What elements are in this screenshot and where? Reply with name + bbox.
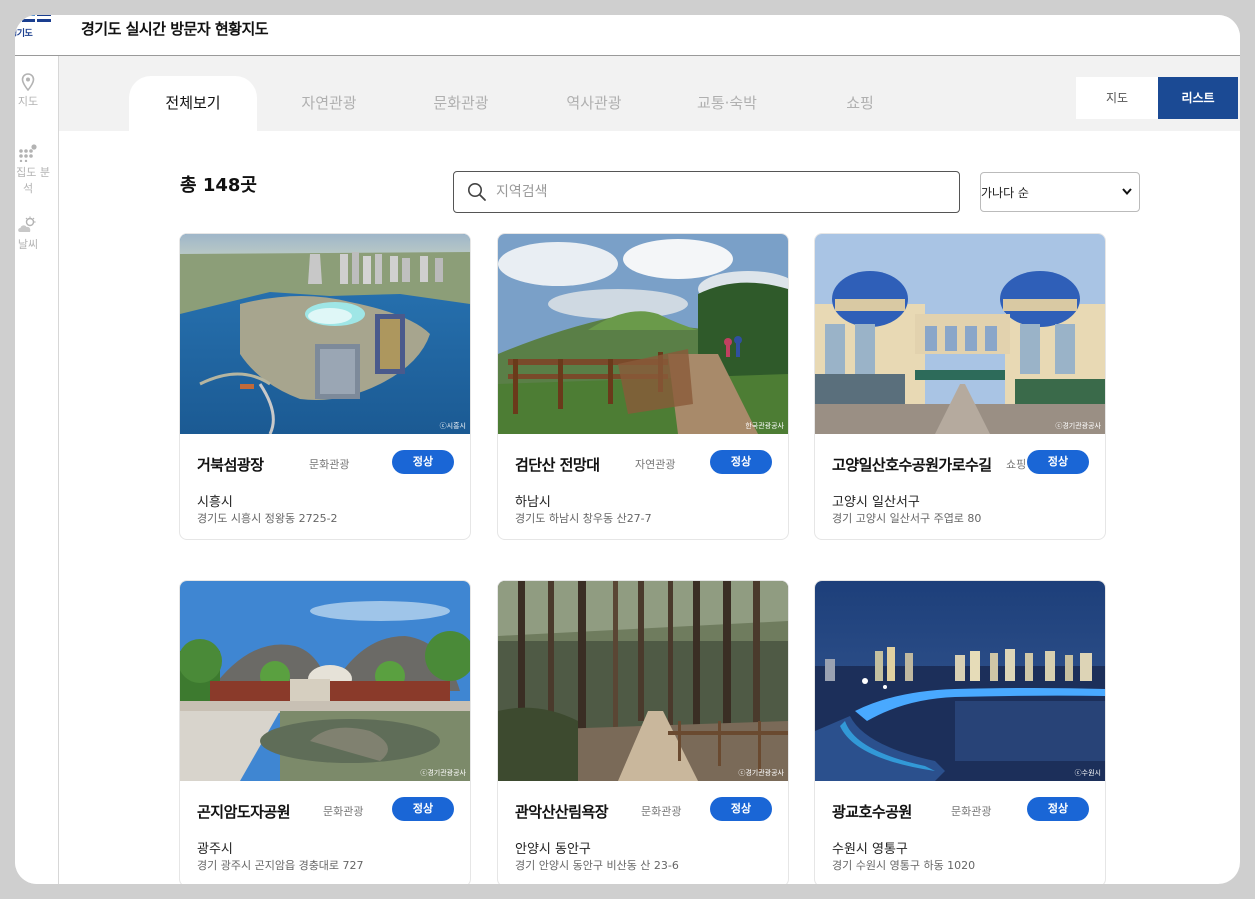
header: 경기도 경기도 실시간 방문자 현황지도 xyxy=(15,15,1240,56)
place-city: 고양시 일산서구 xyxy=(832,495,920,510)
sidebar-item-label: 지도 xyxy=(17,95,39,108)
tab-culture[interactable]: 문화관광 xyxy=(406,76,516,131)
sidebar: 지도 밀집도 분석 날씨 xyxy=(15,56,59,884)
place-city: 수원시 영통구 xyxy=(832,842,908,857)
place-name: 광교호수공원 xyxy=(832,803,912,821)
status-badge: 정상 xyxy=(392,450,454,474)
place-city: 시흥시 xyxy=(197,495,233,510)
place-card[interactable]: ⓒ경기관광공사 관악산산림욕장 문화관광 정상 안양시 동안구 경기 안양시 동… xyxy=(497,580,789,884)
chevron-down-icon xyxy=(1122,188,1132,196)
status-badge: 정상 xyxy=(1027,797,1089,821)
place-name: 고양일산호수공원가로수길 xyxy=(832,456,992,474)
place-city: 광주시 xyxy=(197,842,233,857)
sidebar-item-label: 밀집도 분석 xyxy=(15,166,50,195)
place-address: 경기도 시흥시 정왕동 2725-2 xyxy=(197,512,338,525)
place-category: 쇼핑 xyxy=(1006,458,1027,471)
status-badge: 정상 xyxy=(710,797,772,821)
status-badge: 정상 xyxy=(710,450,772,474)
search-input[interactable] xyxy=(494,180,948,204)
sidebar-item-weather[interactable]: 날씨 xyxy=(15,216,53,252)
tab-history[interactable]: 역사관광 xyxy=(539,76,649,131)
photo-credit: ⓒ경기관광공사 xyxy=(738,769,784,777)
search-icon xyxy=(468,183,486,201)
place-card[interactable]: ⓒ경기관광공사 고양일산호수공원가로수길 쇼핑 정상 고양시 일산서구 경기 고… xyxy=(814,233,1106,540)
search-box xyxy=(453,171,960,213)
place-photo: 한국관광공사 xyxy=(498,234,788,434)
place-name: 곤지암도자공원 xyxy=(197,803,291,821)
place-category: 문화관광 xyxy=(641,805,682,818)
page-title: 경기도 실시간 방문자 현황지도 xyxy=(81,20,269,38)
tab-all[interactable]: 전체보기 xyxy=(129,76,257,131)
status-badge: 정상 xyxy=(392,797,454,821)
photo-credit: 한국관광공사 xyxy=(745,422,784,430)
weather-icon xyxy=(15,216,53,234)
place-card[interactable]: ⓒ시흥시 거북섬광장 문화관광 정상 시흥시 경기도 시흥시 정왕동 2725-… xyxy=(179,233,471,540)
place-card[interactable]: 한국관광공사 검단산 전망대 자연관광 정상 하남시 경기도 하남시 창우동 산… xyxy=(497,233,789,540)
list-view-button[interactable]: 리스트 xyxy=(1158,77,1238,119)
sort-selected-label: 가나다 순 xyxy=(981,186,1029,200)
place-category: 문화관광 xyxy=(951,805,992,818)
place-city: 안양시 동안구 xyxy=(515,842,591,857)
category-tabs: 전체보기 자연관광 문화관광 역사관광 교통·숙박 쇼핑 지도 리스트 xyxy=(59,56,1240,131)
app-window: 경기도 경기도 실시간 방문자 현황지도 지도 밀집도 분석 xyxy=(15,15,1240,884)
sidebar-item-map[interactable]: 지도 xyxy=(15,73,53,109)
photo-credit: ⓒ경기관광공사 xyxy=(420,769,466,777)
sort-select[interactable]: 가나다 순 xyxy=(980,172,1140,212)
logo-text: 경기도 xyxy=(15,29,33,39)
place-address: 경기도 하남시 창우동 산27-7 xyxy=(515,512,652,525)
place-category: 문화관광 xyxy=(309,458,350,471)
map-view-button[interactable]: 지도 xyxy=(1076,77,1158,119)
place-photo: ⓒ경기관광공사 xyxy=(180,581,470,781)
place-card[interactable]: ⓒ수원시 광교호수공원 문화관광 정상 수원시 영통구 경기 수원시 영통구 하… xyxy=(814,580,1106,884)
place-category: 문화관광 xyxy=(323,805,364,818)
status-badge: 정상 xyxy=(1027,450,1089,474)
place-address: 경기 안양시 동안구 비산동 산 23-6 xyxy=(515,859,679,872)
place-name: 거북섬광장 xyxy=(197,456,264,474)
place-address: 경기 수원시 영통구 하동 1020 xyxy=(832,859,976,872)
view-toggle: 지도 리스트 xyxy=(1076,77,1238,119)
density-icon xyxy=(15,144,53,162)
place-city: 하남시 xyxy=(515,495,551,510)
photo-credit: ⓒ시흥시 xyxy=(439,422,466,430)
tab-nature[interactable]: 자연관광 xyxy=(274,76,384,131)
photo-credit: ⓒ수원시 xyxy=(1074,769,1101,777)
place-name: 검단산 전망대 xyxy=(515,456,600,474)
place-name: 관악산산림욕장 xyxy=(515,803,609,821)
place-card[interactable]: ⓒ경기관광공사 곤지암도자공원 문화관광 정상 광주시 경기 광주시 곤지암읍 … xyxy=(179,580,471,884)
place-photo: ⓒ경기관광공사 xyxy=(815,234,1105,434)
place-photo: ⓒ수원시 xyxy=(815,581,1105,781)
sidebar-item-label: 날씨 xyxy=(17,238,39,251)
sidebar-item-density[interactable]: 밀집도 분석 xyxy=(15,144,53,196)
map-pin-icon xyxy=(15,73,53,91)
total-count: 총 148곳 xyxy=(180,175,257,196)
place-category: 자연관광 xyxy=(635,458,676,471)
place-photo: ⓒ시흥시 xyxy=(180,234,470,434)
place-address: 경기 광주시 곤지암읍 경충대로 727 xyxy=(197,859,364,872)
gyeonggi-logo[interactable]: 경기도 xyxy=(15,15,53,41)
photo-credit: ⓒ경기관광공사 xyxy=(1055,422,1101,430)
place-photo: ⓒ경기관광공사 xyxy=(498,581,788,781)
tab-transport-lodging[interactable]: 교통·숙박 xyxy=(672,76,782,131)
place-address: 경기 고양시 일산서구 주엽로 80 xyxy=(832,512,982,525)
tab-shopping[interactable]: 쇼핑 xyxy=(805,76,915,131)
